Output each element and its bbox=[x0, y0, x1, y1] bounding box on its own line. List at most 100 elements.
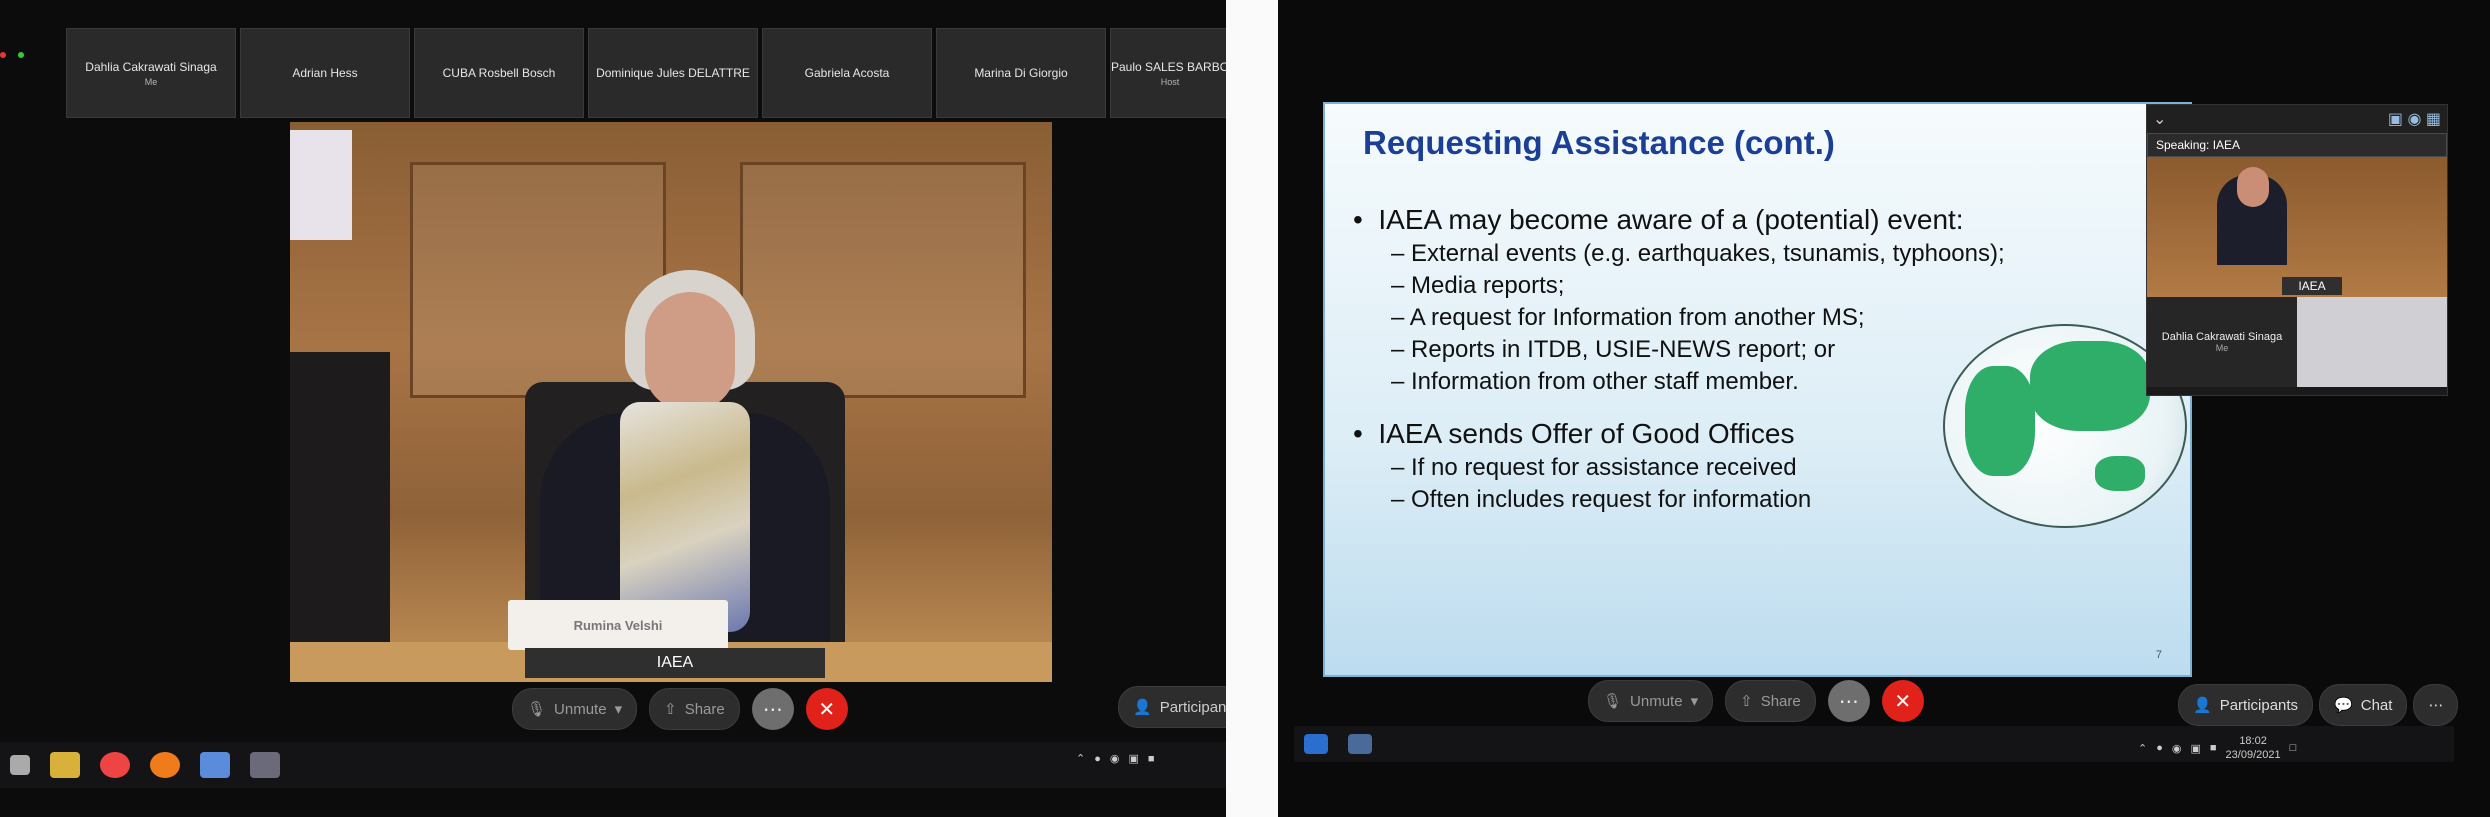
participant-tile[interactable]: Dominique Jules DELATTRE bbox=[588, 28, 758, 118]
overflow-button[interactable]: ⋯ bbox=[2413, 684, 2459, 726]
wall-panel bbox=[740, 162, 1026, 398]
asia-landmass bbox=[2030, 341, 2150, 431]
bullet-2-text: IAEA sends Offer of Good Offices bbox=[1378, 418, 1795, 449]
zoom-icon[interactable] bbox=[1304, 734, 1328, 754]
more-button[interactable]: ⋯ bbox=[751, 688, 794, 730]
floating-video-panel[interactable]: ⌄ ▣ ◉ ▦ Speaking: IAEA IAEA Dahlia Cakra… bbox=[2146, 104, 2448, 396]
participant-tile[interactable]: Adrian Hess bbox=[240, 28, 410, 118]
left-photo: Dahlia Cakrawati Sinaga Me Adrian Hess CU… bbox=[0, 0, 1226, 817]
mic-off-icon: 🎙 bbox=[527, 701, 547, 718]
clock-date: 23/09/2021 bbox=[2225, 749, 2281, 761]
mic-icon[interactable]: ● bbox=[1094, 753, 1101, 765]
sub-bullet-text: Reports in ITDB, USIE-NEWS report; or bbox=[1411, 336, 1836, 363]
chevron-down-icon[interactable]: ▾ bbox=[615, 700, 623, 718]
mic-icon[interactable]: ● bbox=[2156, 742, 2163, 754]
app-icon[interactable] bbox=[200, 752, 230, 778]
speaker-face bbox=[2237, 167, 2269, 207]
share-icon: ⇧ bbox=[664, 701, 677, 718]
presentation-slide: Requesting Assistance (cont.) • IAEA may… bbox=[1323, 102, 2192, 677]
network-icon[interactable]: ▣ bbox=[1128, 752, 1138, 765]
participant-name: Adrian Hess bbox=[292, 66, 358, 80]
nameplate: Rumina Velshi bbox=[508, 600, 728, 650]
end-call-button[interactable]: ✕ bbox=[1881, 680, 1924, 722]
mic-off-icon: 🎙 bbox=[1603, 693, 1623, 710]
participant-role: Me bbox=[144, 76, 158, 87]
self-tile[interactable]: Dahlia Cakrawati Sinaga Me bbox=[2147, 297, 2297, 387]
sub-bullet: – Often includes request for information bbox=[1391, 486, 1812, 513]
security-icon[interactable]: ◉ bbox=[1110, 752, 1120, 765]
participant-tile[interactable]: CUBA Rosbell Bosch bbox=[414, 28, 584, 118]
more-button[interactable]: ⋯ bbox=[1827, 680, 1870, 722]
unmute-button[interactable]: 🎙 Unmute ▾ bbox=[512, 688, 638, 730]
share-icon: ⇧ bbox=[1740, 693, 1753, 710]
sub-bullet: – A request for Information from another… bbox=[1391, 304, 1865, 331]
system-tray: ⌃ ● ◉ ▣ ■ bbox=[1076, 752, 1155, 766]
main-video: Rumina Velshi bbox=[290, 122, 1052, 682]
slide-bullets: • IAEA may become aware of a (potential)… bbox=[1353, 204, 2005, 518]
person-icon: 👤 bbox=[1133, 699, 1152, 716]
volume-icon[interactable]: ■ bbox=[2210, 742, 2217, 754]
chrome-icon[interactable] bbox=[100, 752, 130, 778]
participant-name: Dahlia Cakrawati Sinaga bbox=[85, 59, 217, 74]
folder-icon[interactable] bbox=[50, 752, 80, 778]
window bbox=[290, 130, 352, 240]
security-icon[interactable]: ◉ bbox=[2172, 742, 2182, 755]
europe-africa-landmass bbox=[1965, 366, 2035, 476]
sub-bullet-text: If no request for assistance received bbox=[1411, 454, 1797, 481]
slide-title: Requesting Assistance (cont.) bbox=[1363, 124, 1835, 161]
participants-label: Participants bbox=[2219, 696, 2299, 714]
sub-bullet-text: Often includes request for information bbox=[1411, 486, 1812, 513]
webex-icon[interactable] bbox=[250, 752, 280, 778]
chevron-up-icon[interactable]: ⌃ bbox=[1076, 752, 1085, 765]
australia-landmass bbox=[2095, 456, 2145, 491]
participant-name: Gabriela Acosta bbox=[804, 66, 890, 80]
maximize-dot-icon[interactable] bbox=[18, 52, 24, 58]
sub-bullet-text: Information from other staff member. bbox=[1411, 368, 1799, 395]
chat-icon: 💬 bbox=[2334, 697, 2353, 714]
clock-time: 18:02 bbox=[2239, 735, 2267, 747]
share-label: Share bbox=[1760, 692, 1801, 710]
system-tray: ⌃ ● ◉ ▣ ■ 18:02 23/09/2021 □ bbox=[2138, 734, 2296, 762]
bullet-1-text: IAEA may become aware of a (potential) e… bbox=[1378, 204, 1964, 235]
participants-button[interactable]: 👤 Participants bbox=[2178, 684, 2314, 726]
share-label: Share bbox=[684, 700, 725, 718]
participants-button[interactable]: 👤 Participants bbox=[1118, 686, 1226, 728]
participant-tile[interactable]: Dahlia Cakrawati Sinaga Me bbox=[66, 28, 236, 118]
bullet-2: • IAEA sends Offer of Good Offices bbox=[1353, 418, 1795, 449]
float-header: ⌄ ▣ ◉ ▦ bbox=[2147, 105, 2447, 133]
notification-icon[interactable]: □ bbox=[2290, 742, 2297, 754]
participant-thumbnail[interactable] bbox=[2297, 297, 2447, 387]
clock[interactable]: 18:02 23/09/2021 bbox=[2226, 734, 2281, 762]
chevron-down-icon[interactable]: ▾ bbox=[1691, 692, 1699, 710]
collapse-icon[interactable]: ⌄ bbox=[2153, 109, 2166, 129]
sub-bullet: – Information from other staff member. bbox=[1391, 368, 1799, 395]
chat-label: Chat bbox=[2360, 696, 2393, 714]
participant-tile[interactable]: Gabriela Acosta bbox=[762, 28, 932, 118]
share-button[interactable]: ⇧ Share bbox=[1725, 680, 1816, 722]
firefox-icon[interactable] bbox=[150, 752, 180, 778]
thumbnail-row: Dahlia Cakrawati Sinaga Me bbox=[2147, 297, 2447, 387]
participant-strip: Dahlia Cakrawati Sinaga Me Adrian Hess CU… bbox=[66, 28, 1226, 118]
unmute-button[interactable]: 🎙 Unmute ▾ bbox=[1588, 680, 1714, 722]
webex-icon[interactable] bbox=[1348, 734, 1372, 754]
windows-icon[interactable] bbox=[10, 755, 30, 775]
divider bbox=[1226, 0, 1278, 817]
close-dot-icon[interactable] bbox=[0, 52, 6, 58]
meeting-controls: 🎙 Unmute ▾ ⇧ Share ⋯ ✕ bbox=[1588, 680, 1924, 722]
self-name: Dahlia Cakrawati Sinaga bbox=[2161, 331, 2283, 343]
sub-bullet: – External events (e.g. earthquakes, tsu… bbox=[1391, 240, 2005, 267]
unmute-label: Unmute bbox=[1630, 692, 1683, 710]
end-call-button[interactable]: ✕ bbox=[805, 688, 848, 730]
network-icon[interactable]: ▣ bbox=[2190, 742, 2200, 755]
person-icon: 👤 bbox=[2193, 697, 2212, 714]
speaker-video: IAEA bbox=[2147, 157, 2447, 297]
layout-icons[interactable]: ▣ ◉ ▦ bbox=[2388, 109, 2441, 129]
chat-button[interactable]: 💬 Chat bbox=[2319, 684, 2408, 726]
share-button[interactable]: ⇧ Share bbox=[649, 688, 740, 730]
participant-tile[interactable]: Paulo SALES BARBO Host bbox=[1110, 28, 1226, 118]
page-number: 7 bbox=[2155, 649, 2162, 661]
participant-tile[interactable]: Marina Di Giorgio bbox=[936, 28, 1106, 118]
chevron-up-icon[interactable]: ⌃ bbox=[2138, 742, 2147, 755]
participant-name: Paulo SALES BARBO bbox=[1110, 59, 1226, 74]
volume-icon[interactable]: ■ bbox=[1148, 753, 1155, 765]
